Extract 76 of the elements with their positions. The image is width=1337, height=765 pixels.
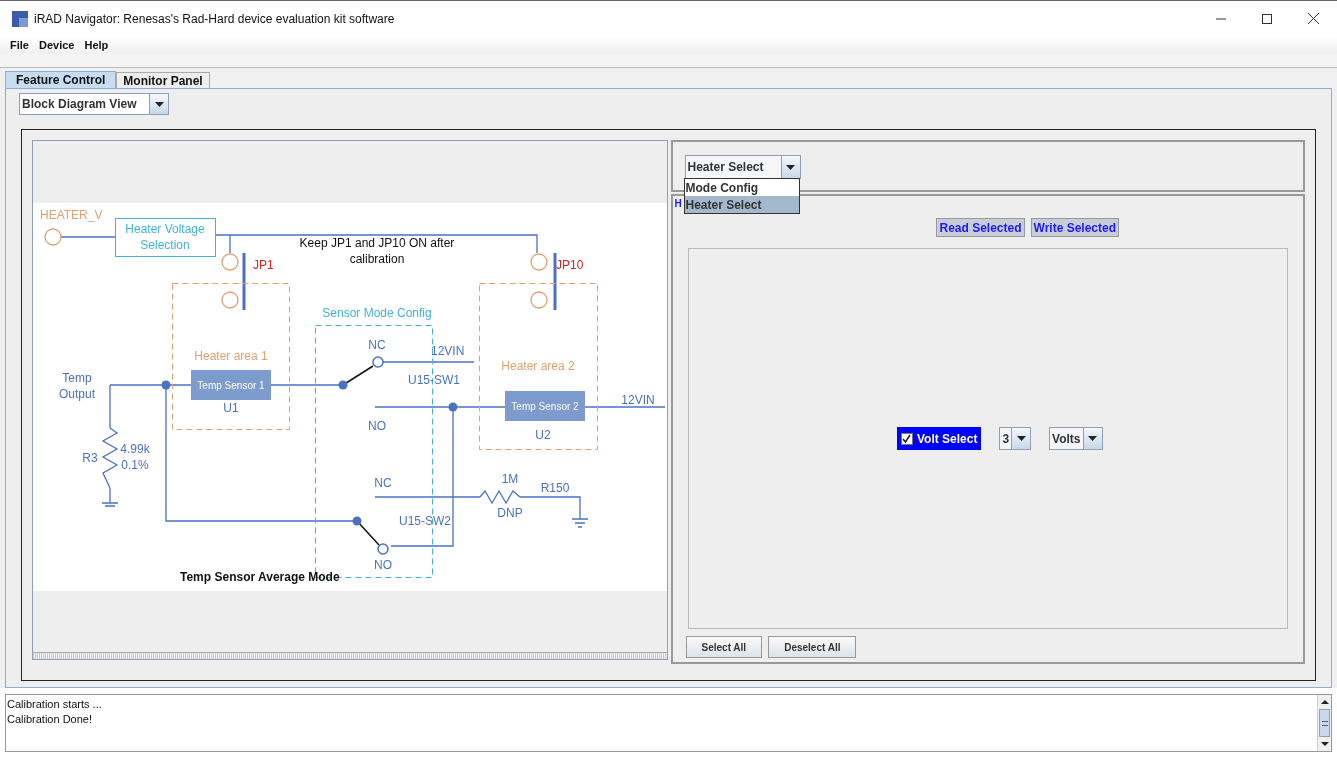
diagram-label: Heater area 2 xyxy=(501,359,575,373)
junction-dot xyxy=(338,380,348,390)
view-dropdown[interactable]: Block Diagram View xyxy=(19,93,169,115)
resistor-symbol xyxy=(479,489,521,505)
menu-item[interactable]: Device xyxy=(38,36,75,54)
selection-button[interactable]: Select All xyxy=(685,636,763,658)
diagram-label: Keep JP1 and JP10 ON after calibration xyxy=(299,236,455,266)
caret-icon xyxy=(154,101,164,107)
diagram-label: U2 xyxy=(535,428,551,442)
selection-button[interactable]: Deselect All xyxy=(768,636,857,658)
diagram-label: NO xyxy=(374,558,392,572)
diagram-label: U1 xyxy=(223,401,239,415)
diagram-label: R150 xyxy=(540,481,570,495)
jumper-pin-icon xyxy=(530,291,548,309)
jumper-pin-icon xyxy=(221,291,239,309)
splitter-handle[interactable] xyxy=(33,652,667,659)
check-icon xyxy=(902,434,912,443)
diagram-label: 1M xyxy=(501,472,519,486)
diagram-label: NC xyxy=(374,476,392,490)
wire xyxy=(60,236,116,238)
diagram-label: U15-SW1 xyxy=(408,373,460,387)
mode-dropdown[interactable]: Heater Select xyxy=(684,155,801,179)
action-button[interactable]: Write Selected xyxy=(1030,218,1119,237)
tab[interactable]: Monitor Panel xyxy=(116,72,210,88)
junction-dot xyxy=(161,380,171,390)
jumper-bar xyxy=(553,253,557,310)
ground-symbol xyxy=(571,518,589,528)
diagram-label: NC xyxy=(368,338,386,352)
temp-sensor-box: Temp Sensor 2 xyxy=(505,391,585,421)
jumper-bar xyxy=(242,253,246,310)
wire xyxy=(109,487,111,504)
diagram-label: HEATER_V xyxy=(40,208,103,222)
app-icon xyxy=(12,10,28,27)
window-title: iRAD Navigator: Renesas's Rad-Hard device evaluation kit software xyxy=(34,10,395,28)
diagram-label: Sensor Mode Config xyxy=(322,306,432,320)
diagram-label: JP1 xyxy=(253,258,274,272)
diagram-label: R3 xyxy=(82,451,98,465)
ground-symbol xyxy=(101,502,119,507)
diagram-label: Heater area 1 xyxy=(194,349,268,363)
resistor-symbol xyxy=(101,427,119,489)
diagram-label: Temp Output xyxy=(59,371,95,401)
close-icon[interactable] xyxy=(1308,13,1319,24)
voltage-selection-box: Heater Voltage Selection xyxy=(115,218,216,257)
jumper-pin-icon xyxy=(530,253,548,271)
log-area[interactable]: Calibration starts ... Calibration Done! xyxy=(5,694,1332,752)
caret-icon xyxy=(1088,436,1098,441)
diagram-label: U15-SW2 xyxy=(399,514,451,528)
unit-dropdown[interactable]: Volts xyxy=(1049,427,1103,450)
switch-contact-icon xyxy=(377,543,389,555)
count-dropdown[interactable]: 3 xyxy=(999,427,1032,450)
action-button[interactable]: Read Selected xyxy=(936,218,1025,237)
diagram-label: NO xyxy=(368,419,386,433)
diagram-label: DNP xyxy=(497,506,523,520)
junction-dot xyxy=(352,516,362,526)
maximize-icon[interactable] xyxy=(1262,13,1272,24)
junction-dot xyxy=(448,402,458,412)
caret-icon xyxy=(1016,436,1026,441)
diagram-label: 12VIN xyxy=(621,393,655,407)
volt-select-checkbox[interactable]: Volt Select xyxy=(896,427,982,450)
temp-sensor-box: Temp Sensor 1 xyxy=(191,370,271,400)
caret-icon xyxy=(786,164,795,170)
switch-contact-icon xyxy=(372,356,384,368)
menu-item[interactable]: File xyxy=(10,36,29,54)
diagram-label: Temp Sensor Average Mode xyxy=(180,570,340,584)
log-line: Calibration Done! xyxy=(7,712,93,727)
scrollbar-thumb[interactable] xyxy=(1319,709,1330,737)
jumper-pin-icon xyxy=(221,253,239,271)
tab[interactable]: Feature Control xyxy=(5,71,117,88)
log-line: Calibration starts ... xyxy=(7,697,103,712)
dropdown-option[interactable]: Heater Select xyxy=(684,196,799,213)
diagram-label: JP10 xyxy=(556,258,584,272)
diagram-label: 12VIN xyxy=(431,344,465,358)
menu-item[interactable]: Help xyxy=(84,36,109,54)
terminal-icon xyxy=(44,228,62,246)
group-title: H xyxy=(674,197,682,211)
diagram-label: 4.99k 0.1% xyxy=(120,442,150,472)
